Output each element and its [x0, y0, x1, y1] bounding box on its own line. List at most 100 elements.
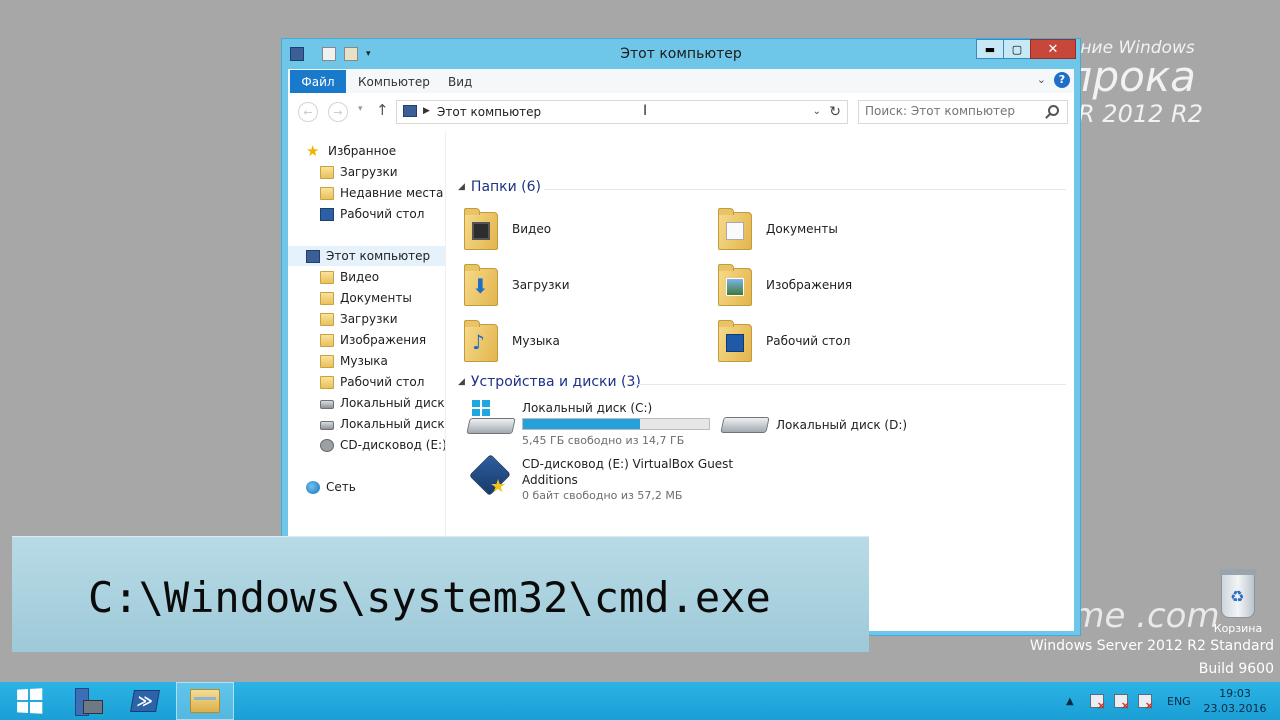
drive-d[interactable]: Локальный диск (D:)	[720, 407, 908, 447]
watermark-line-3: R 2012 R2	[1078, 100, 1203, 128]
downloads-folder-icon: ⬇	[464, 264, 498, 306]
up-button[interactable]: ↑	[376, 101, 389, 119]
folder-desktop[interactable]: Рабочий стол	[718, 315, 968, 367]
minimize-button[interactable]: ▬	[976, 39, 1004, 59]
computer-icon	[306, 249, 320, 263]
tab-computer[interactable]: Компьютер	[358, 75, 430, 89]
clock[interactable]: 19:03 23.03.2016	[1200, 686, 1270, 716]
nav-fav-downloads[interactable]: Загрузки	[288, 162, 445, 182]
desktop-folder-icon	[320, 375, 334, 389]
nav-fav-desktop[interactable]: Рабочий стол	[288, 204, 445, 224]
search-icon[interactable]	[1048, 105, 1059, 116]
drive-e[interactable]: ★ CD-дисковод (E:) VirtualBox Guest Addi…	[468, 454, 734, 503]
nav-drive-c[interactable]: Локальный диск (C	[288, 393, 445, 413]
recycle-bin[interactable]: Корзина	[1208, 569, 1268, 635]
server-manager-icon	[73, 688, 103, 716]
show-hidden-icons[interactable]: ▲	[1066, 682, 1074, 720]
nav-favorites[interactable]: ★ Избранное	[288, 141, 445, 161]
maximize-button[interactable]: ▢	[1003, 39, 1031, 59]
cd-drive-icon	[320, 438, 334, 452]
address-dropdown-icon[interactable]: ⌄	[813, 106, 821, 117]
group-divider	[634, 384, 1066, 385]
taskbar: ≫ ▲ ENG 19:03 23.03.2016	[0, 682, 1280, 720]
desktop-icon	[320, 207, 334, 221]
title-bar[interactable]: ▾ Этот компьютер ▬ ▢ ✕	[282, 39, 1080, 69]
devices-group-header[interactable]: ◢ Устройства и диски (3)	[458, 374, 641, 390]
network-status-icon[interactable]	[1114, 694, 1130, 712]
pictures-folder-icon	[320, 333, 334, 347]
folder-documents[interactable]: Документы	[718, 203, 968, 255]
nav-pc-video[interactable]: Видео	[288, 267, 445, 287]
close-button[interactable]: ✕	[1030, 39, 1076, 59]
nav-fav-recent[interactable]: Недавние места	[288, 183, 445, 203]
expand-ribbon-icon[interactable]: ⌄	[1037, 73, 1046, 86]
volume-icon[interactable]	[1138, 694, 1154, 712]
folder-downloads[interactable]: ⬇ Загрузки	[464, 259, 714, 311]
windows-logo-icon	[17, 688, 43, 714]
music-folder-icon	[320, 354, 334, 368]
drive-c-free: 5,45 ГБ свободно из 14,7 ГБ	[522, 434, 685, 447]
desktop: вание Windows прока R 2012 R2 Ru Fome .c…	[0, 0, 1280, 682]
search-input[interactable]	[865, 104, 1035, 118]
recycle-bin-label: Корзина	[1213, 622, 1263, 635]
nav-network[interactable]: Сеть	[288, 477, 445, 497]
clock-date: 23.03.2016	[1203, 702, 1267, 715]
music-folder-icon: ♪	[464, 320, 498, 362]
downloads-folder-icon	[320, 312, 334, 326]
documents-folder-icon	[718, 208, 752, 250]
documents-folder-icon	[320, 291, 334, 305]
nav-this-pc[interactable]: Этот компьютер	[288, 246, 445, 266]
forward-button[interactable]: →	[328, 102, 348, 122]
action-center-icon[interactable]	[1090, 694, 1106, 712]
collapse-triangle-icon[interactable]: ◢	[458, 182, 465, 192]
os-version: Windows Server 2012 R2 Standard	[1029, 638, 1274, 654]
folder-video[interactable]: Видео	[464, 203, 714, 255]
video-folder-icon	[464, 208, 498, 250]
folders-group-header[interactable]: ◢ Папки (6)	[458, 179, 541, 195]
hard-drive-icon	[320, 421, 334, 430]
folder-music[interactable]: ♪ Музыка	[464, 315, 714, 367]
nav-drive-e[interactable]: CD-дисковод (E:) Vi	[288, 435, 445, 455]
file-explorer-icon	[190, 689, 220, 713]
drive-c-usage-bar	[522, 418, 710, 430]
collapse-triangle-icon[interactable]: ◢	[458, 377, 465, 387]
file-explorer-button[interactable]	[176, 682, 234, 720]
tab-view[interactable]: Вид	[448, 75, 472, 89]
drive-d-name: Локальный диск (D:)	[776, 418, 908, 432]
system-drive-icon	[466, 400, 516, 440]
nav-pc-pictures[interactable]: Изображения	[288, 330, 445, 350]
server-manager-button[interactable]	[58, 682, 116, 720]
watermark-line-2: прока	[1065, 52, 1196, 101]
start-button[interactable]	[0, 682, 58, 720]
text-cursor-icon: I	[643, 103, 648, 119]
nav-pc-music[interactable]: Музыка	[288, 351, 445, 371]
nav-pc-desktop[interactable]: Рабочий стол	[288, 372, 445, 392]
recent-locations-button[interactable]: ▾	[358, 104, 363, 114]
folder-pictures[interactable]: Изображения	[718, 259, 968, 311]
refresh-icon[interactable]: ↻	[829, 104, 841, 120]
drive-e-name: CD-дисковод (E:) VirtualBox Guest	[522, 457, 734, 471]
powershell-button[interactable]: ≫	[116, 682, 174, 720]
address-bar[interactable]: ▶ Этот компьютер I ⌄ ↻	[396, 100, 848, 124]
breadcrumb[interactable]: Этот компьютер	[437, 105, 541, 119]
desktop-folder-icon	[718, 320, 752, 362]
drive-c-name: Локальный диск (C:)	[522, 401, 653, 415]
downloads-folder-icon	[320, 165, 334, 179]
network-icon	[306, 480, 320, 494]
help-icon[interactable]: ?	[1054, 72, 1070, 88]
tab-file[interactable]: Файл	[290, 70, 346, 93]
back-button[interactable]: ←	[298, 102, 318, 122]
breadcrumb-arrow-icon[interactable]: ▶	[423, 106, 430, 116]
nav-drive-d[interactable]: Локальный диск (D	[288, 414, 445, 434]
video-folder-icon	[320, 270, 334, 284]
drive-c[interactable]: Локальный диск (C:) 5,45 ГБ свободно из …	[466, 400, 710, 448]
drive-c-usage-fill	[523, 419, 641, 429]
os-build: Build 9600	[1198, 661, 1274, 677]
input-language[interactable]: ENG	[1167, 682, 1191, 720]
drive-e-free: 0 байт свободно из 57,2 МБ	[522, 489, 683, 502]
command-path-text: C:\Windows\system32\cmd.exe	[88, 573, 771, 622]
nav-pc-documents[interactable]: Документы	[288, 288, 445, 308]
search-box[interactable]	[858, 100, 1068, 124]
nav-pc-downloads[interactable]: Загрузки	[288, 309, 445, 329]
star-icon: ★	[306, 141, 320, 160]
